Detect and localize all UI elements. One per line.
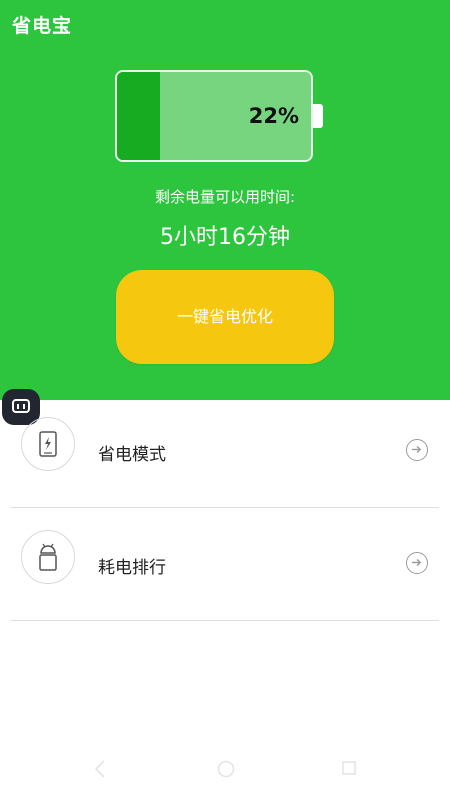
arrow-right-circle-icon[interactable]	[406, 552, 428, 574]
divider	[11, 620, 439, 621]
one-click-optimize-button[interactable]: 一键省电优化	[116, 270, 334, 364]
battery-percent: 22%	[248, 104, 299, 128]
remaining-time-label: 剩余电量可以用时间:	[154, 188, 296, 206]
battery-tip	[313, 104, 323, 128]
app-title: 省电宝	[12, 15, 73, 37]
android-icon	[39, 543, 57, 571]
menu-item-label: 省电模式	[98, 445, 166, 465]
header-panel: 省电宝 22% 剩余电量可以用时间: 5小时16分钟 一键省电优化	[0, 0, 450, 400]
icon-circle	[21, 417, 75, 471]
system-nav-bar	[0, 746, 450, 800]
home-icon[interactable]	[216, 759, 236, 783]
battery-gauge: 22%	[115, 70, 313, 162]
arrow-right-circle-icon[interactable]	[406, 439, 428, 461]
icon-circle	[21, 530, 75, 584]
menu-item-label: 耗电排行	[98, 558, 166, 578]
remaining-time-value: 5小时16分钟	[160, 225, 290, 250]
recent-apps-icon[interactable]	[341, 760, 357, 780]
battery-level-fill	[117, 72, 160, 160]
phone-bolt-icon	[39, 431, 57, 457]
back-icon[interactable]	[93, 758, 107, 784]
menu-item-power-saving-mode[interactable]: 省电模式	[0, 395, 450, 507]
menu-item-power-consumption-ranking[interactable]: 耗电排行	[0, 508, 450, 620]
